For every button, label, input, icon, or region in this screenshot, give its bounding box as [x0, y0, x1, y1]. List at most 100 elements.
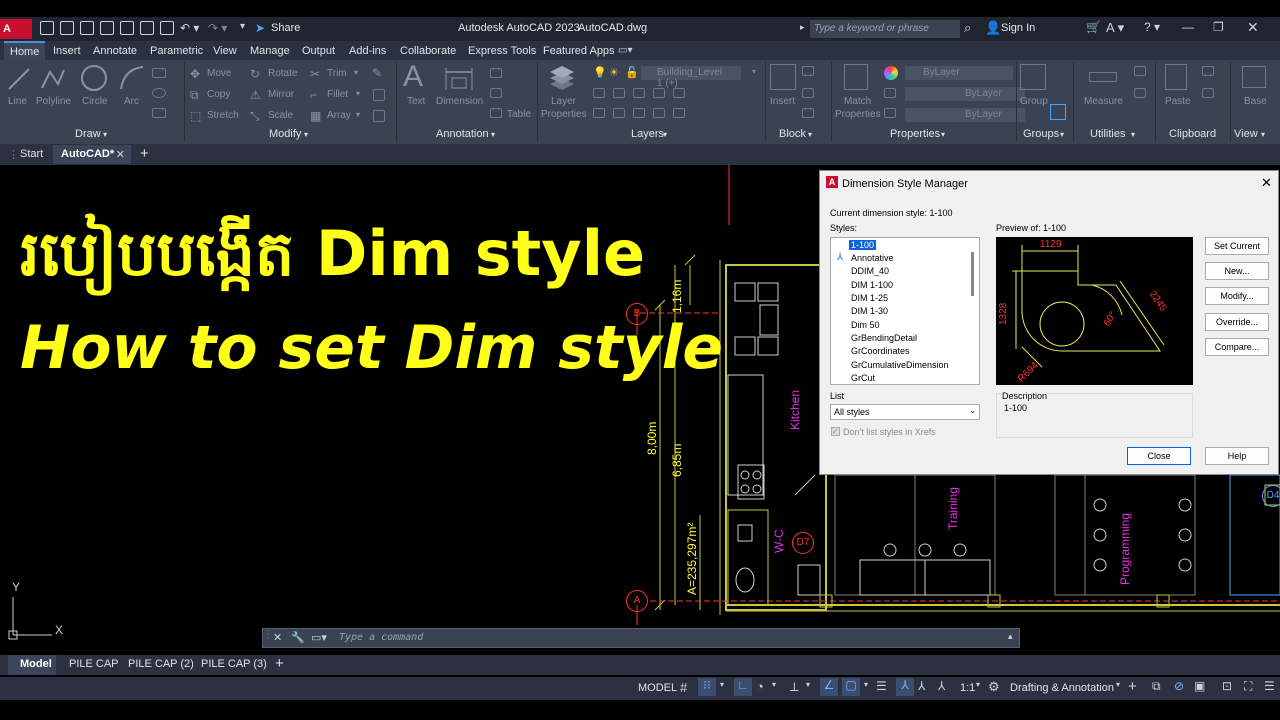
rectangle-icon[interactable]	[152, 68, 166, 78]
style-item[interactable]: Dim 50	[851, 320, 880, 330]
restore-icon[interactable]: ❐	[1213, 20, 1224, 34]
modify-panel-title[interactable]: Modify	[269, 128, 301, 140]
customize-qat-icon[interactable]: ▾	[240, 21, 245, 32]
new-style-button[interactable]: New...	[1205, 262, 1269, 280]
layer-tool-1-icon[interactable]	[593, 88, 605, 98]
match-properties-label[interactable]: Properties	[835, 109, 881, 120]
auto-scale-icon[interactable]: ⅄	[918, 679, 925, 693]
insert-label[interactable]: Insert	[770, 96, 795, 107]
properties-panel-title[interactable]: Properties	[890, 128, 940, 140]
open-folder-icon[interactable]	[60, 21, 74, 35]
line-tool-label[interactable]: Line	[8, 96, 27, 107]
layer-tool-7-icon[interactable]	[613, 108, 625, 118]
leader-add-icon[interactable]	[490, 88, 502, 98]
polar-tracking-icon[interactable]: ◔	[756, 679, 764, 694]
tab-express-tools[interactable]: Express Tools	[468, 45, 536, 57]
move-label[interactable]: Move	[207, 68, 231, 79]
cmdline-close-icon[interactable]: ✕	[273, 631, 282, 644]
print-icon[interactable]	[160, 21, 174, 35]
workspace-name[interactable]: Drafting & Annotation	[1010, 682, 1114, 694]
annotation-expand-icon[interactable]: ▾	[491, 130, 495, 139]
layout-tab-pile-cap-3[interactable]: PILE CAP (3)	[201, 658, 267, 670]
groups-expand-icon[interactable]: ▾	[1060, 130, 1064, 139]
trim-icon[interactable]: ✂	[310, 67, 320, 81]
new-file-icon[interactable]	[40, 21, 54, 35]
style-item[interactable]: DIM 1-100	[851, 280, 893, 290]
fillet-icon[interactable]: ⌐	[310, 88, 317, 102]
measure-icon[interactable]	[1089, 72, 1117, 82]
osnap-dropdown-icon[interactable]: ▾	[864, 680, 868, 689]
help-icon[interactable]: ? ▾	[1144, 20, 1160, 34]
override-style-button[interactable]: Override...	[1205, 313, 1269, 331]
model-space-toggle[interactable]: MODEL	[638, 682, 677, 694]
list-filter-select[interactable]: All styles ⌄	[830, 404, 980, 420]
layer-properties-label-2[interactable]: Properties	[541, 109, 587, 120]
tab-featured-apps[interactable]: Featured Apps	[543, 45, 615, 57]
move-icon[interactable]: ✥	[190, 67, 200, 81]
properties-expand-icon[interactable]: ▾	[941, 130, 945, 139]
color-dropdown[interactable]: ByLayer	[905, 66, 1013, 80]
clipboard-panel-title[interactable]: Clipboard	[1169, 128, 1216, 140]
line-icon[interactable]	[6, 66, 32, 92]
polyline-tool-label[interactable]: Polyline	[36, 96, 71, 107]
snap-mode-icon[interactable]: ⁝⁝	[698, 678, 716, 696]
text-tool-label[interactable]: Text	[407, 96, 425, 107]
polar-dropdown-icon[interactable]: ▾	[772, 680, 776, 689]
cut-icon[interactable]	[1202, 66, 1214, 76]
match-properties-icon[interactable]	[844, 64, 868, 90]
draw-panel-title[interactable]: Draw	[75, 128, 101, 140]
close-button[interactable]: Close	[1127, 447, 1191, 465]
command-line[interactable]: ⋮ ✕ 🔧 ▭▾ Type a command ▴	[262, 628, 1020, 648]
paste-icon[interactable]	[1165, 64, 1187, 90]
share-icon[interactable]: ➤	[255, 21, 265, 35]
cmdline-expand-icon[interactable]: ▴	[1008, 631, 1013, 642]
tab-annotate[interactable]: Annotate	[93, 45, 137, 57]
layout-tab-pile-cap[interactable]: PILE CAP	[69, 658, 119, 670]
block-panel-title[interactable]: Block	[779, 128, 806, 140]
layer-tool-6-icon[interactable]	[593, 108, 605, 118]
close-window-icon[interactable]: ✕	[1247, 19, 1259, 36]
search-expand-icon[interactable]: ▸	[800, 22, 805, 33]
isodraft-icon[interactable]: ⟂	[790, 679, 799, 695]
undo-icon[interactable]: ↶ ▾	[180, 21, 199, 35]
insert-block-icon[interactable]	[770, 64, 796, 90]
annotation-visibility-icon[interactable]: ⅄	[896, 678, 914, 696]
hardware-accel-icon[interactable]: ▣	[1194, 679, 1205, 693]
app-logo[interactable]: A CAD	[0, 19, 32, 55]
styles-scrollbar[interactable]	[971, 252, 974, 296]
utilities-expand-icon[interactable]: ▾	[1131, 130, 1135, 139]
xrefs-checkbox[interactable]: ✓	[831, 427, 840, 436]
block-expand-icon[interactable]: ▾	[808, 130, 812, 139]
match-label[interactable]: Match	[844, 96, 871, 107]
share-label[interactable]: Share	[271, 22, 300, 34]
compare-styles-button[interactable]: Compare...	[1205, 338, 1269, 356]
tab-autocad-label[interactable]: AutoCAD*	[61, 148, 114, 160]
snap-dropdown-icon[interactable]: ▾	[720, 680, 724, 689]
layer-tool-5-icon[interactable]	[673, 88, 685, 98]
utility-1-icon[interactable]	[1134, 66, 1146, 76]
block-create-icon[interactable]	[802, 66, 814, 76]
groups-panel-title[interactable]: Groups	[1023, 128, 1059, 140]
sign-in-link[interactable]: Sign In	[1001, 22, 1035, 34]
ortho-icon[interactable]: ∟	[734, 678, 752, 696]
fillet-dropdown-icon[interactable]: ▾	[356, 89, 360, 98]
redo-icon[interactable]: ↷ ▾	[208, 21, 227, 35]
layer-dropdown[interactable]: Building_Level 1 (+)	[641, 66, 741, 89]
leader-icon[interactable]	[490, 68, 502, 78]
style-item[interactable]: GrCumulativeDimension	[851, 360, 949, 370]
copy-clip-icon[interactable]	[1202, 88, 1214, 98]
layout-tab-model[interactable]: Model	[8, 655, 56, 675]
dialog-close-icon[interactable]: ✕	[1261, 175, 1272, 191]
tab-parametric[interactable]: Parametric	[150, 45, 203, 57]
view-panel-title[interactable]: View	[1234, 128, 1258, 140]
layer-tool-9-icon[interactable]	[653, 108, 665, 118]
utilities-panel-title[interactable]: Utilities	[1090, 128, 1125, 140]
set-current-button[interactable]: Set Current	[1205, 237, 1269, 255]
cmdline-recent-icon[interactable]: ▭▾	[311, 631, 327, 644]
customize-status-icon[interactable]: ☰	[1264, 679, 1275, 693]
stretch-icon[interactable]: ⬚	[190, 109, 201, 123]
lineweight-icon[interactable]	[884, 108, 896, 118]
arc-tool-label[interactable]: Arc	[124, 96, 139, 107]
mirror-label[interactable]: Mirror	[268, 89, 294, 100]
tab-manage[interactable]: Manage	[250, 45, 290, 57]
